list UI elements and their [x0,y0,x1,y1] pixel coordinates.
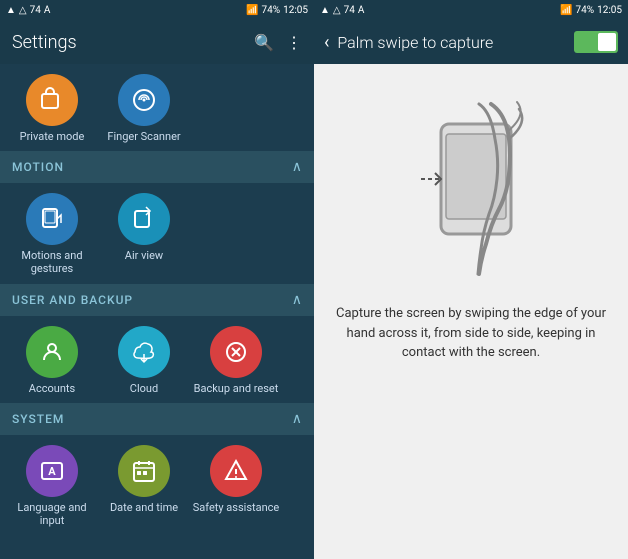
palm-content: Capture the screen by swiping the edge o… [314,64,628,559]
system-icon-grid: A Language and input Date and ti [0,435,314,535]
language-input-icon: A [26,445,78,497]
language-input-item[interactable]: A Language and input [8,445,96,527]
palm-toggle[interactable] [574,31,618,53]
motions-gestures-icon [26,193,78,245]
r-sim-icon: 74 [344,5,355,16]
r-battery-percent: 74% [576,5,595,16]
palm-title: Palm swipe to capture [337,33,566,52]
back-button[interactable]: ‹ [324,32,329,53]
palm-illustration [391,84,551,284]
more-options-icon[interactable]: ⋮ [286,33,302,52]
right-status-bar-right: 📶 74% 12:05 [560,5,622,16]
svg-text:A: A [48,465,56,478]
finger-scanner-label: Finger Scanner [107,130,180,143]
system-section-header[interactable]: SYSTEM ∧ [0,403,314,435]
motions-gestures-label: Motions and gestures [8,249,96,275]
user-backup-section-header[interactable]: USER AND BACKUP ∧ [0,284,314,316]
r-signal-icon: 📶 [560,5,572,16]
private-mode-icon [26,74,78,126]
left-panel: ▲ △ 74 A 📶 74% 12:05 Settings 🔍 ⋮ [0,0,314,559]
sim-icon: 74 [30,5,41,16]
finger-scanner-item[interactable]: Finger Scanner [100,74,188,143]
accounts-icon [26,326,78,378]
status-bar-left-icons: ▲ △ 74 A [6,5,50,16]
cloud-icon [118,326,170,378]
notification-icon: ▲ [6,5,16,16]
user-backup-section-title: USER AND BACKUP [12,293,133,307]
user-backup-icon-grid: Accounts Cloud Backup an [0,316,314,403]
cloud-item[interactable]: Cloud [100,326,188,395]
left-status-bar: ▲ △ 74 A 📶 74% 12:05 [0,0,314,20]
r-alert-icon: △ [333,5,341,16]
language-input-label: Language and input [8,501,96,527]
motions-gestures-item[interactable]: Motions and gestures [8,193,96,275]
alert-icon: △ [19,5,27,16]
date-time-icon [118,445,170,497]
right-status-bar: ▲ △ 74 A 📶 74% 12:05 [314,0,628,20]
search-icon[interactable]: 🔍 [254,33,274,52]
safety-assistance-item[interactable]: Safety assistance [192,445,280,527]
status-bar-right-icons: 📶 74% 12:05 [246,5,308,16]
top-icon-grid: Private mode Finger Scanner [0,64,314,151]
motion-icon-grid: Motions and gestures Air view [0,183,314,283]
r-extra-icon: A [358,5,365,16]
palm-description: Capture the screen by swiping the edge o… [334,304,608,363]
backup-reset-label: Backup and reset [194,382,279,395]
system-section-title: SYSTEM [12,412,64,426]
finger-scanner-icon [118,74,170,126]
private-mode-item[interactable]: Private mode [8,74,96,143]
private-mode-label: Private mode [20,130,85,143]
user-backup-section-arrow: ∧ [292,292,302,308]
date-time-label: Date and time [110,501,178,514]
accounts-label: Accounts [29,382,75,395]
air-view-icon [118,193,170,245]
motion-section-arrow: ∧ [292,159,302,175]
settings-content: Private mode Finger Scanner MOTION ∧ [0,64,314,559]
motion-section-title: MOTION [12,160,64,174]
r-time: 12:05 [597,5,622,16]
air-view-label: Air view [125,249,163,262]
battery-percent: 74% [262,5,281,16]
settings-title: Settings [12,32,77,53]
backup-reset-icon [210,326,262,378]
time-left: 12:05 [283,5,308,16]
extra-icon: A [44,5,51,16]
cloud-label: Cloud [130,382,158,395]
right-panel: ▲ △ 74 A 📶 74% 12:05 ‹ Palm swipe to cap… [314,0,628,559]
system-section-arrow: ∧ [292,411,302,427]
air-view-item[interactable]: Air view [100,193,188,275]
signal-icon: 📶 [246,5,258,16]
date-time-item[interactable]: Date and time [100,445,188,527]
accounts-item[interactable]: Accounts [8,326,96,395]
backup-reset-item[interactable]: Backup and reset [192,326,280,395]
right-status-bar-left: ▲ △ 74 A [320,5,364,16]
safety-assistance-label: Safety assistance [193,501,280,514]
palm-header: ‹ Palm swipe to capture [314,20,628,64]
settings-header: Settings 🔍 ⋮ [0,20,314,64]
header-icons: 🔍 ⋮ [254,33,302,52]
r-notification-icon: ▲ [320,5,330,16]
safety-assistance-icon [210,445,262,497]
motion-section-header[interactable]: MOTION ∧ [0,151,314,183]
palm-toggle-knob [598,33,616,51]
